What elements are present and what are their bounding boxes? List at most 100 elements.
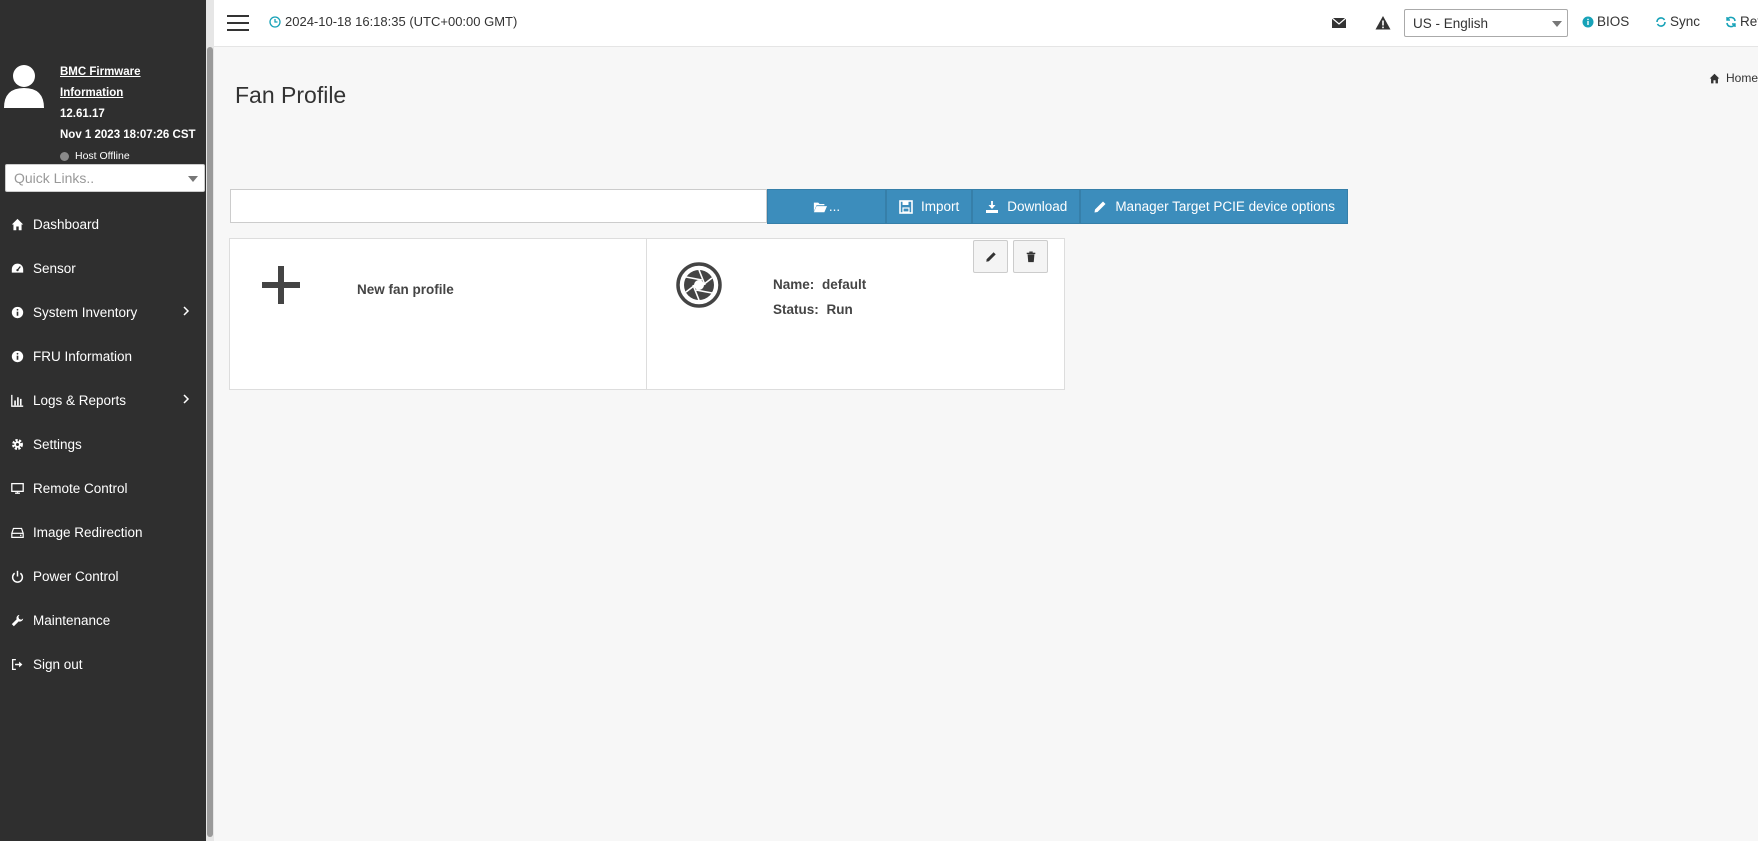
fan-profile-cards: New fan profile Name: default Status: Ru…: [229, 238, 1065, 390]
bar-chart-icon: [10, 393, 24, 407]
chevron-right-icon: [183, 394, 190, 404]
sidebar-item-settings[interactable]: Settings: [0, 422, 206, 466]
page-title: Fan Profile: [235, 82, 347, 108]
refresh-icon: [1726, 16, 1736, 27]
profile-name-label: Name:: [773, 277, 815, 292]
sidebar-item-sensor[interactable]: Sensor: [0, 246, 206, 290]
sync-icon: [1656, 16, 1666, 27]
monitor-icon: [10, 481, 24, 495]
firmware-version: 12.61.17: [60, 108, 105, 120]
firmware-info-link[interactable]: BMC Firmware Information: [60, 62, 206, 104]
sidebar-item-dashboard[interactable]: Dashboard: [0, 202, 206, 246]
pencil-icon: [1094, 201, 1106, 212]
sidebar-scroll-thumb[interactable]: [207, 47, 213, 837]
quick-links-select[interactable]: Quick Links..: [5, 164, 205, 192]
gauge-icon: [10, 261, 24, 275]
sidebar-item-label: FRU Information: [33, 348, 133, 364]
sidebar-item-label: System Inventory: [33, 304, 138, 320]
profile-status-row: Status: Run: [773, 297, 866, 322]
user-avatar-icon: [4, 65, 44, 108]
sidebar-item-label: Remote Control: [33, 480, 128, 496]
info-icon: [10, 349, 24, 363]
sidebar-item-label: Sensor: [33, 260, 76, 276]
sidebar-item-image-redirection[interactable]: Image Redirection: [0, 510, 206, 554]
bios-link[interactable]: BIOS: [1582, 14, 1629, 29]
sidebar-item-remote-control[interactable]: Remote Control: [0, 466, 206, 510]
manager-target-pcie-button[interactable]: Manager Target PCIE device options: [1080, 189, 1348, 224]
menu-toggle-icon[interactable]: [227, 15, 249, 31]
pencil-icon: [985, 251, 996, 262]
host-status-label: Host Offline: [75, 150, 130, 162]
import-button[interactable]: Import: [886, 189, 973, 224]
info-circle-icon: [1582, 16, 1594, 27]
sidebar-item-power-control[interactable]: Power Control: [0, 554, 206, 598]
folder-open-icon: [813, 202, 827, 212]
home-icon: [10, 217, 24, 231]
plus-icon: [262, 266, 300, 304]
sync-label: Sync: [1670, 14, 1701, 29]
firmware-info-block: BMC Firmware Information 12.61.17 Nov 1 …: [0, 58, 206, 162]
profile-info: Name: default Status: Run: [773, 272, 866, 322]
sidebar-item-label: Dashboard: [33, 216, 100, 232]
sidebar: BMC Firmware Information 12.61.17 Nov 1 …: [0, 0, 214, 841]
quick-links-placeholder: Quick Links..: [14, 170, 95, 186]
drive-icon: [10, 525, 24, 539]
sidebar-nav: Dashboard Sensor System Inventory FRU In…: [0, 202, 206, 686]
server-clock: 2024-10-18 16:18:35 (UTC+00:00 GMT): [269, 14, 517, 29]
sync-link[interactable]: Sync: [1655, 14, 1700, 29]
file-path-input[interactable]: [230, 189, 767, 223]
host-status: Host Offline: [60, 146, 206, 166]
profile-status-value: Run: [826, 302, 853, 317]
language-value: US - English: [1413, 15, 1489, 31]
chevron-right-icon: [183, 306, 190, 316]
gear-icon: [10, 437, 24, 451]
firmware-info: BMC Firmware Information 12.61.17 Nov 1 …: [60, 62, 206, 166]
info-icon: [10, 305, 24, 319]
chevron-down-icon: [188, 176, 198, 182]
language-select[interactable]: US - English: [1404, 9, 1568, 37]
power-icon: [10, 569, 24, 583]
sidebar-scrollbar[interactable]: [206, 0, 214, 841]
edit-profile-button[interactable]: [973, 240, 1008, 273]
sidebar-item-label: Maintenance: [33, 612, 111, 628]
top-bar: 2024-10-18 16:18:35 (UTC+00:00 GMT) US -…: [214, 0, 1758, 47]
delete-profile-button[interactable]: [1013, 240, 1048, 273]
chevron-down-icon: [1552, 21, 1562, 27]
fan-shutter-icon: [676, 262, 722, 308]
breadcrumb-home[interactable]: Home: [1726, 71, 1758, 85]
sidebar-item-system-inventory[interactable]: System Inventory: [0, 290, 206, 334]
manager-target-pcie-label: Manager Target PCIE device options: [1115, 199, 1335, 214]
profile-name-value: default: [822, 277, 867, 292]
bios-label: BIOS: [1597, 14, 1630, 29]
refresh-label: Refresh: [1740, 14, 1758, 29]
sign-out-icon: [10, 657, 24, 671]
profile-upload-toolbar: ... Import Download Manager Target PCIE …: [230, 189, 1348, 224]
sidebar-item-logs-reports[interactable]: Logs & Reports: [0, 378, 206, 422]
profile-name-row: Name: default: [773, 272, 866, 297]
fan-profile-card: Name: default Status: Run: [647, 239, 1064, 389]
download-label: Download: [1007, 199, 1068, 214]
refresh-link[interactable]: Refresh: [1725, 14, 1758, 29]
sidebar-item-label: Settings: [33, 436, 82, 452]
import-label: Import: [921, 199, 960, 214]
sidebar-item-maintenance[interactable]: Maintenance: [0, 598, 206, 642]
new-fan-profile-card[interactable]: New fan profile: [230, 239, 647, 389]
new-fan-profile-label: New fan profile: [357, 282, 454, 297]
profile-status-label: Status:: [773, 302, 819, 317]
host-status-dot-icon: [60, 151, 69, 161]
download-icon: [986, 200, 999, 213]
envelope-icon[interactable]: [1331, 15, 1347, 31]
firmware-build-date: Nov 1 2023 18:07:26 CST: [60, 129, 196, 141]
breadcrumb: Home: [1709, 71, 1758, 85]
browse-label: ...: [828, 199, 841, 214]
save-icon: [899, 199, 913, 214]
wrench-icon: [10, 613, 24, 627]
sidebar-item-fru-information[interactable]: FRU Information: [0, 334, 206, 378]
warning-icon[interactable]: [1375, 15, 1391, 31]
trash-icon: [1026, 251, 1035, 262]
sidebar-item-label: Logs & Reports: [33, 392, 127, 408]
download-button[interactable]: Download: [972, 189, 1081, 224]
sidebar-item-sign-out[interactable]: Sign out: [0, 642, 206, 686]
browse-button[interactable]: ...: [767, 189, 886, 224]
server-datetime: 2024-10-18 16:18:35 (UTC+00:00 GMT): [285, 14, 518, 29]
